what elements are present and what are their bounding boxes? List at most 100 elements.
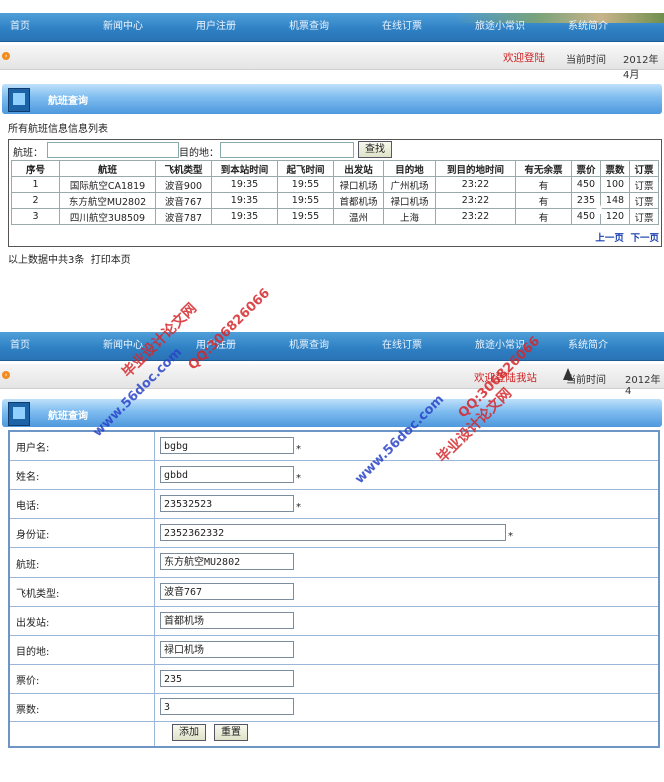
col-header: 序号 — [11, 160, 60, 177]
form-row-id-card: 身份证: 2352362332 * — [10, 519, 658, 548]
field-label: 飞机类型: — [16, 589, 60, 600]
nav-home[interactable]: 首页 — [10, 13, 30, 41]
arrow-icon: › — [2, 371, 10, 379]
flight-label: 航班： — [13, 148, 43, 159]
username-input[interactable]: bgbg — [160, 437, 294, 454]
col-header: 票数 — [600, 160, 630, 177]
search-button[interactable]: 查找 — [358, 141, 392, 158]
quantity-input[interactable]: 3 — [160, 698, 294, 715]
list-footer: 以上数据中共3条 打印本页 — [8, 251, 131, 266]
field-label: 航班: — [16, 560, 40, 571]
destination-input[interactable]: 禄口机场 — [160, 641, 294, 658]
field-label: 身份证: — [16, 530, 50, 541]
nav-about[interactable]: 系统简介 — [568, 332, 608, 360]
table-cell: 3 — [11, 208, 60, 225]
form-row-phone: 电话: 23532523 * — [10, 490, 658, 519]
table-row: 1 国际航空CA1819 波音900 19:35 19:55 禄口机场 广州机场… — [11, 176, 659, 193]
table-cell: 19:35 — [211, 208, 278, 225]
table-cell: 温州 — [333, 208, 384, 225]
table-cell: 23:22 — [435, 176, 516, 193]
book-link[interactable]: 订票 — [629, 192, 659, 209]
divider — [154, 490, 155, 518]
table-cell: 19:35 — [211, 176, 278, 193]
table-cell: 国际航空CA1819 — [59, 176, 156, 193]
divider — [154, 607, 155, 635]
col-header: 航班 — [59, 160, 156, 177]
table-cell: 波音767 — [155, 192, 212, 209]
col-header: 目的地 — [383, 160, 436, 177]
top-status-bar: › 欢迎登陆 当前时间 2012年4月 — [0, 45, 664, 81]
id-card-input[interactable]: 2352362332 — [160, 524, 506, 541]
nav-ticket-search[interactable]: 机票查询 — [289, 332, 329, 360]
nav-home[interactable]: 首页 — [10, 332, 30, 360]
nav-register[interactable]: 用户注册 — [196, 13, 236, 41]
nav-ticket-search[interactable]: 机票查询 — [289, 13, 329, 41]
table-cell: 23:22 — [435, 192, 516, 209]
form-row-departure: 出发站: 首都机场 — [10, 607, 658, 636]
phone-input[interactable]: 23532523 — [160, 495, 294, 512]
table-cell: 有 — [515, 208, 572, 225]
welcome-text: 欢迎登陆 — [503, 52, 545, 64]
add-button[interactable]: 添加 — [172, 724, 206, 741]
required-mark: * — [296, 444, 301, 455]
destination-search-input[interactable] — [220, 142, 354, 158]
print-page-link[interactable]: 打印本页 — [91, 255, 131, 266]
monitor-icon — [8, 402, 30, 426]
list-caption: 所有航班信息信息列表 — [8, 124, 108, 135]
form-row-destination: 目的地: 禄口机场 — [10, 636, 658, 665]
flight-search-input[interactable] — [47, 142, 179, 158]
col-header: 订票 — [629, 160, 659, 177]
divider — [154, 694, 155, 721]
nav-travel-tips[interactable]: 旅途小常识 — [475, 13, 525, 41]
divider — [154, 432, 155, 460]
form-row-username: 用户名: bgbg * — [10, 432, 658, 461]
flight-table: 序号 航班 飞机类型 到本站时间 起飞时间 出发站 目的地 到目的地时间 有无余… — [11, 160, 659, 225]
col-header: 出发站 — [333, 160, 384, 177]
top-nav-bar: 首页 新闻中心 用户注册 机票查询 在线订票 旅途小常识 系统简介 — [0, 13, 664, 42]
aircraft-input[interactable]: 波音767 — [160, 583, 294, 600]
divider — [154, 636, 155, 664]
form-row-price: 票价: 235 — [10, 665, 658, 694]
nav-about[interactable]: 系统简介 — [568, 13, 608, 41]
col-header: 票价 — [571, 160, 601, 177]
table-cell: 广州机场 — [383, 176, 436, 193]
table-cell: 波音787 — [155, 208, 212, 225]
form-row-aircraft: 飞机类型: 波音767 — [10, 578, 658, 607]
book-link[interactable]: 订票 — [629, 208, 659, 225]
nav-online-booking[interactable]: 在线订票 — [382, 13, 422, 41]
table-header-row: 序号 航班 飞机类型 到本站时间 起飞时间 出发站 目的地 到目的地时间 有无余… — [11, 160, 659, 177]
field-label: 目的地: — [16, 647, 50, 658]
table-cell: 东方航空MU2802 — [59, 192, 156, 209]
price-input[interactable]: 235 — [160, 670, 294, 687]
col-header: 到本站时间 — [211, 160, 278, 177]
bottom-nav-bar: 首页 新闻中心 用户注册 机票查询 在线订票 旅途小常识 系统简介 — [0, 332, 664, 361]
section-title: 航班查询 — [48, 411, 88, 422]
time-value: 2012年4 — [625, 375, 661, 397]
table-cell: 有 — [515, 176, 572, 193]
flight-input[interactable]: 东方航空MU2802 — [160, 553, 294, 570]
time-value: 2012年4月 — [623, 55, 659, 81]
prev-page-link[interactable]: 上一页 — [595, 233, 624, 244]
divider — [154, 665, 155, 693]
nav-online-booking[interactable]: 在线订票 — [382, 332, 422, 360]
table-cell: 禄口机场 — [333, 176, 384, 193]
pager: 上一页 下一页 — [595, 230, 659, 244]
divider — [154, 548, 155, 577]
field-label: 电话: — [16, 501, 40, 512]
departure-input[interactable]: 首都机场 — [160, 612, 294, 629]
table-cell: 19:55 — [277, 192, 334, 209]
table-cell: 波音900 — [155, 176, 212, 193]
field-label: 用户名: — [16, 443, 50, 454]
table-cell: 有 — [515, 192, 572, 209]
monitor-icon — [8, 88, 30, 112]
table-cell: 19:35 — [211, 192, 278, 209]
next-page-link[interactable]: 下一页 — [630, 233, 659, 244]
name-input[interactable]: gbbd — [160, 466, 294, 483]
book-link[interactable]: 订票 — [629, 176, 659, 193]
nav-news[interactable]: 新闻中心 — [103, 13, 143, 41]
mouse-cursor-icon — [563, 368, 573, 380]
table-cell: 上海 — [383, 208, 436, 225]
flight-search-header: 航班查询 — [2, 84, 662, 114]
booking-form: 用户名: bgbg * 姓名: gbbd * 电话: 23532523 * 身份… — [8, 430, 660, 748]
reset-button[interactable]: 重置 — [214, 724, 248, 741]
